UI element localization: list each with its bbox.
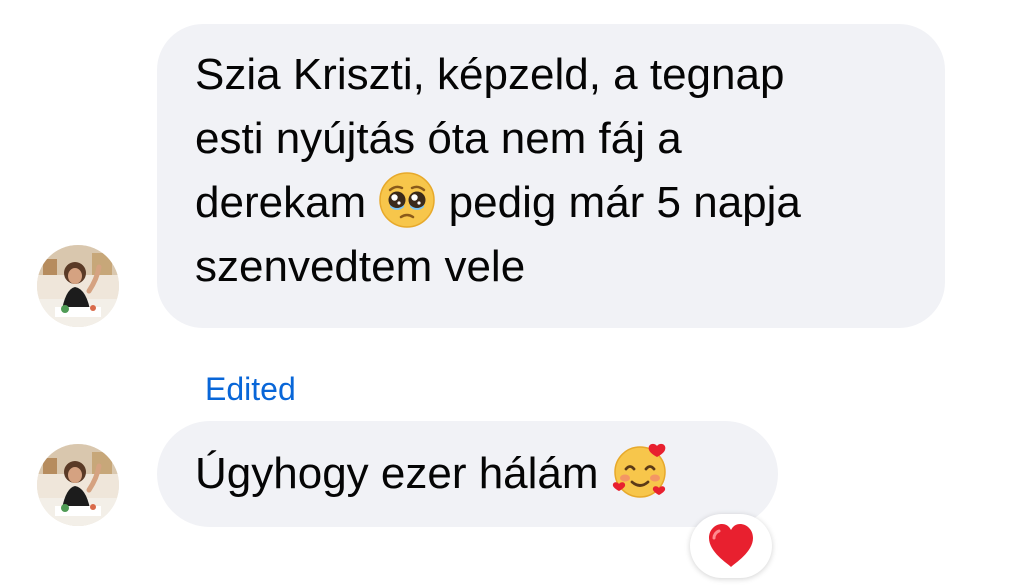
message-line: szenvedtem vele: [195, 242, 526, 291]
avatar-photo-icon: [37, 444, 119, 526]
message-text: derekam: [195, 178, 367, 227]
message-line: derekam pedig már 5 napja: [195, 171, 905, 235]
red-heart-icon: [709, 524, 753, 567]
message-line: esti nyújtás óta nem fáj a: [195, 114, 682, 163]
message-text: Úgyhogy ezer hálám: [195, 449, 599, 498]
sender-avatar[interactable]: [37, 444, 119, 526]
message-text: pedig már 5 napja: [448, 178, 801, 227]
smiling-face-with-hearts-emoji-icon: [611, 442, 669, 500]
pleading-face-emoji-icon: [378, 171, 436, 229]
heart-reaction[interactable]: [690, 514, 772, 578]
message-line: Szia Kriszti, képzeld, a tegnap: [195, 50, 785, 99]
message-line: Úgyhogy ezer hálám: [195, 442, 738, 506]
message-bubble[interactable]: Szia Kriszti, képzeld, a tegnap esti nyú…: [157, 24, 945, 328]
avatar-photo-icon: [37, 245, 119, 327]
message-bubble[interactable]: Úgyhogy ezer hálám: [157, 421, 778, 527]
sender-avatar[interactable]: [37, 245, 119, 327]
edited-label[interactable]: Edited: [205, 369, 296, 409]
